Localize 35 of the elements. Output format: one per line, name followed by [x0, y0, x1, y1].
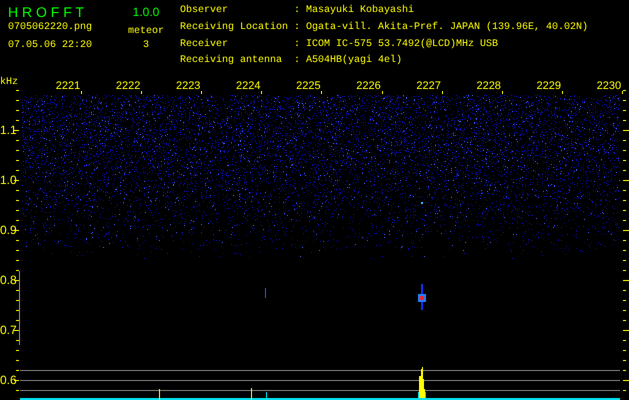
app-title: H R O F F T: [8, 4, 85, 20]
separator: :: [294, 55, 302, 68]
axis-unit: kHz: [0, 77, 18, 88]
frequency-label: 1.1: [0, 123, 17, 137]
time-label: 2226: [356, 80, 381, 92]
frequency-label: 1.0: [0, 173, 17, 187]
time-label: 2221: [56, 80, 80, 92]
station-label: Receiving Location: [180, 22, 290, 35]
station-label: Receiving antenna: [180, 55, 284, 68]
time-label: 2228: [476, 80, 501, 92]
separator: :: [294, 38, 302, 52]
time-label: 2223: [176, 80, 200, 92]
file-name: 0705062220.png: [8, 22, 94, 34]
frequency-label: 0.7: [0, 323, 17, 337]
time-label: 2230: [596, 80, 622, 92]
frequency-label: 0.6: [0, 373, 17, 387]
separator: :: [294, 22, 302, 35]
station-label: Receiver: [180, 38, 230, 52]
time-label: 2227: [416, 80, 441, 92]
station-value: Masayuki Kobayashi: [306, 5, 416, 18]
station-label: Observer: [180, 5, 230, 18]
station-value: A504HB(yagi 4el): [306, 55, 404, 68]
version-label: 1.0.0: [132, 4, 160, 20]
meteor-label: meteor: [128, 26, 164, 38]
time-label: 2222: [116, 80, 140, 92]
meteor-count: 3: [142, 40, 149, 52]
station-value: ICOM IC-575 53.7492(@LCD)MHz USB: [306, 38, 500, 52]
frequency-label: 0.8: [0, 273, 17, 287]
time-label: 2229: [536, 80, 562, 92]
date-time: 07.05.06 22:20: [8, 40, 94, 52]
time-label: 2225: [296, 80, 321, 92]
time-label: 2224: [236, 80, 261, 92]
frequency-label: 0.9: [0, 223, 17, 237]
station-value: Ogata-vill. Akita-Pref. JAPAN (139.96E, 40.02N): [306, 22, 588, 35]
separator: :: [294, 5, 302, 18]
